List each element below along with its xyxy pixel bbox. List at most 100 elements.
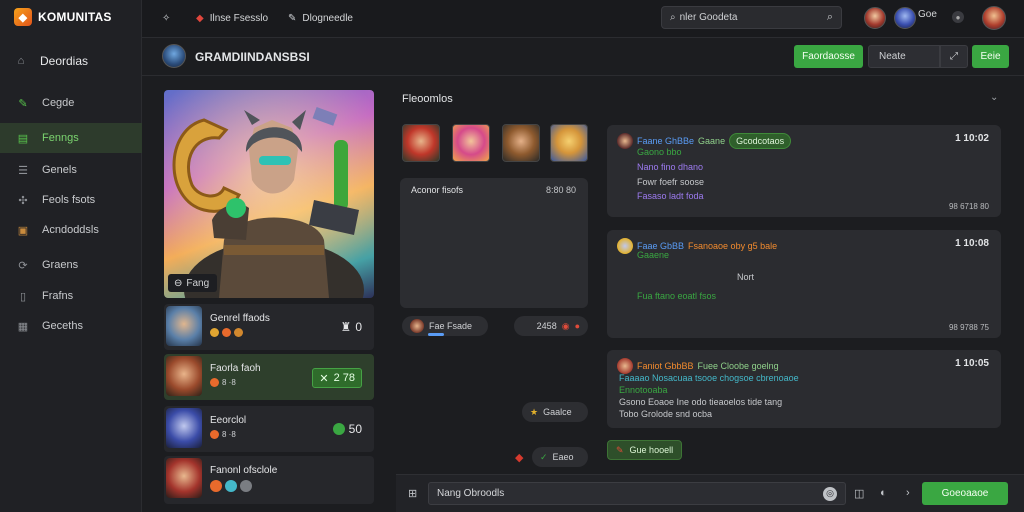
message-tag: Gaane	[698, 136, 726, 146]
sidebar-item-acndoddsls[interactable]: ▣ Acndoddsls	[0, 215, 142, 245]
search-prefix-icon: ⌕	[670, 12, 676, 23]
player-name: Eeorclol	[210, 415, 247, 426]
star-icon	[234, 328, 243, 337]
feed-card-title: Aconor fisofs	[411, 185, 464, 195]
gif-icon[interactable]: ◐	[880, 487, 887, 499]
profile-avatar[interactable]	[982, 6, 1006, 30]
player-score-value: 50	[348, 422, 362, 436]
layout-icon[interactable]: ◫	[854, 487, 864, 500]
message-line: Nort	[737, 272, 755, 282]
player-row[interactable]: Eeorclol 8 ·8 50	[164, 406, 374, 452]
player-row[interactable]: Genrel ffaods ♜ 0	[164, 304, 374, 350]
message-input[interactable]	[437, 488, 817, 499]
message-line: Gaono bbo	[637, 147, 682, 157]
sidebar-item-geceths[interactable]: ▦ Geceths	[0, 311, 142, 341]
channel-header: GRAMDIINDANSBSI Faordaosse Neate ⤢ Eeie	[142, 38, 1024, 76]
box-icon: ▣	[17, 224, 29, 237]
sidebar-item-feols-fsots[interactable]: ✣ Feols fsots	[0, 185, 142, 215]
sidebar-item-fenngs[interactable]: ▤ Fenngs	[0, 123, 142, 153]
pin-icon: ✎	[616, 444, 624, 455]
feed-card[interactable]: Aconor fisofs 8:80 80	[400, 178, 588, 308]
avatar[interactable]	[864, 7, 886, 29]
player-score: ✕ 2 78	[312, 368, 362, 388]
topnav-settings[interactable]: ✧	[162, 8, 170, 28]
primary-action-button[interactable]: Faordaosse	[794, 45, 863, 68]
sidebar-home[interactable]: ⌂ Deordias	[14, 50, 142, 72]
game-thumb[interactable]	[402, 124, 440, 162]
hero-image[interactable]: ⊖ Fang	[164, 90, 374, 298]
topnav-dlogneedle[interactable]: ✎ Dlogneedle	[288, 8, 353, 28]
player-badge-text: 8 ·8	[222, 430, 236, 439]
sidebar-item-label: Frafns	[42, 290, 74, 302]
message-line: Fowr foefr soose	[637, 177, 705, 187]
player-name: Genrel ffaods	[210, 313, 270, 324]
message-line: Nano fino dhano	[637, 162, 704, 172]
secondary-action-button[interactable]: Neate	[868, 45, 940, 68]
sidebar-item-graens[interactable]: ⟳ Graens	[0, 250, 142, 280]
chevron-down-icon[interactable]: ⌄	[990, 92, 998, 103]
search-input[interactable]	[679, 12, 820, 23]
status-badge: Gcodcotaos	[729, 133, 792, 149]
game-thumb[interactable]	[502, 124, 540, 162]
avatar	[617, 238, 633, 254]
message-card[interactable]: Faniot GbbBB Fuee Cloobe goelng 1 10:05 …	[607, 350, 1001, 428]
puzzle-icon: ✣	[18, 194, 28, 207]
channel-avatar	[162, 44, 186, 68]
player-row[interactable]: Fanonl ofsclole	[164, 456, 374, 504]
player-avatar	[166, 306, 202, 346]
player-score-value: 0	[355, 320, 362, 334]
attach-icon[interactable]: ⊞	[408, 487, 417, 500]
message-card[interactable]: Faane GhBBe Gaane Gcodcotaos 1 10:02 Gao…	[607, 125, 1001, 217]
medal-icon	[210, 378, 219, 387]
game-thumb[interactable]	[452, 124, 490, 162]
expand-icon[interactable]: ⤢	[940, 45, 968, 68]
close-icon: ✕	[319, 372, 329, 385]
game-thumb[interactable]	[550, 124, 588, 162]
search-bar[interactable]: ⌕ ⌕	[661, 6, 842, 29]
player-badges: 8 ·8	[210, 430, 236, 439]
avatar[interactable]	[894, 7, 916, 29]
topnav-ilnse[interactable]: ◆ Ilnse Fsesslo	[196, 8, 268, 28]
hero-badge[interactable]: ⊖ Fang	[168, 274, 218, 292]
message-line: Ennotooaba	[619, 385, 668, 395]
top-bar: ✧ ◆ Ilnse Fsesslo ✎ Dlogneedle ⌕ ⌕ Goe ●	[142, 0, 1024, 38]
message-tag: Fuee Cloobe goelng	[697, 361, 779, 371]
refresh-icon: ⟳	[18, 259, 28, 272]
send-button[interactable]: Goeoaaoe	[922, 482, 1008, 505]
player-row[interactable]: Faorla faoh 8 ·8 ✕ 2 78	[164, 354, 374, 400]
trophy-icon: ♜	[340, 320, 352, 334]
chevron-right-icon[interactable]: ›	[906, 487, 910, 499]
tertiary-action-button[interactable]: Eeie	[972, 45, 1009, 68]
message-input-wrapper[interactable]: ◎	[428, 482, 846, 505]
small-pill-label: Eaeo	[552, 452, 574, 462]
gem-icon[interactable]: ◆	[515, 451, 523, 464]
ping-badge[interactable]: ✎ Gue hooell	[607, 440, 683, 460]
user-name[interactable]: Goe	[918, 9, 937, 20]
user-pill[interactable]: Fae Fsade	[402, 316, 488, 336]
gamepad-icon: ⊖	[174, 277, 183, 289]
gem-icon	[225, 480, 237, 492]
message-card[interactable]: Faae GbBB Fsanoaoe oby g5 bale 1 10:08 G…	[607, 230, 1001, 338]
ember-logo-icon: ◆	[14, 8, 32, 26]
emoji-icon[interactable]: ◎	[823, 486, 837, 501]
brand[interactable]: ◆ KOMUNITAS	[14, 6, 112, 28]
sidebar-item-genels[interactable]: ☰ Genels	[0, 155, 142, 185]
reaction-pill[interactable]: 2458 ◉ ●	[514, 316, 588, 336]
sidebar: ◆ KOMUNITAS ⌂ Deordias ✎ Cegde ▤ Fenngs …	[0, 0, 142, 512]
sidebar-item-cegde[interactable]: ✎ Cegde	[0, 88, 142, 118]
ping-label: Gue hooell	[629, 445, 674, 455]
avatar	[617, 358, 633, 374]
message-header: Faniot GbbBB Fuee Cloobe goelng	[617, 358, 779, 374]
message-line: Fasaso ladt foda	[637, 191, 704, 201]
message-line: Gsono Eoaoe Ine odo tieaoelos tide tang	[619, 397, 783, 407]
search-icon[interactable]: ⌕	[827, 11, 833, 24]
sidebar-item-frafns[interactable]: ▯ Frafns	[0, 281, 142, 311]
list-icon: ☰	[18, 164, 28, 177]
small-pill[interactable]: ★ Gaalce	[522, 402, 588, 422]
settings-icon: ✧	[162, 12, 171, 24]
feed-card-time: 8:80 80	[545, 185, 576, 195]
more-icon[interactable]: ●	[952, 11, 964, 23]
message-tag: Fsanoaoe oby g5 bale	[688, 241, 778, 251]
small-pill[interactable]: ✓ Eaeo	[532, 447, 588, 467]
player-badge-text: 8 ·8	[222, 378, 236, 387]
